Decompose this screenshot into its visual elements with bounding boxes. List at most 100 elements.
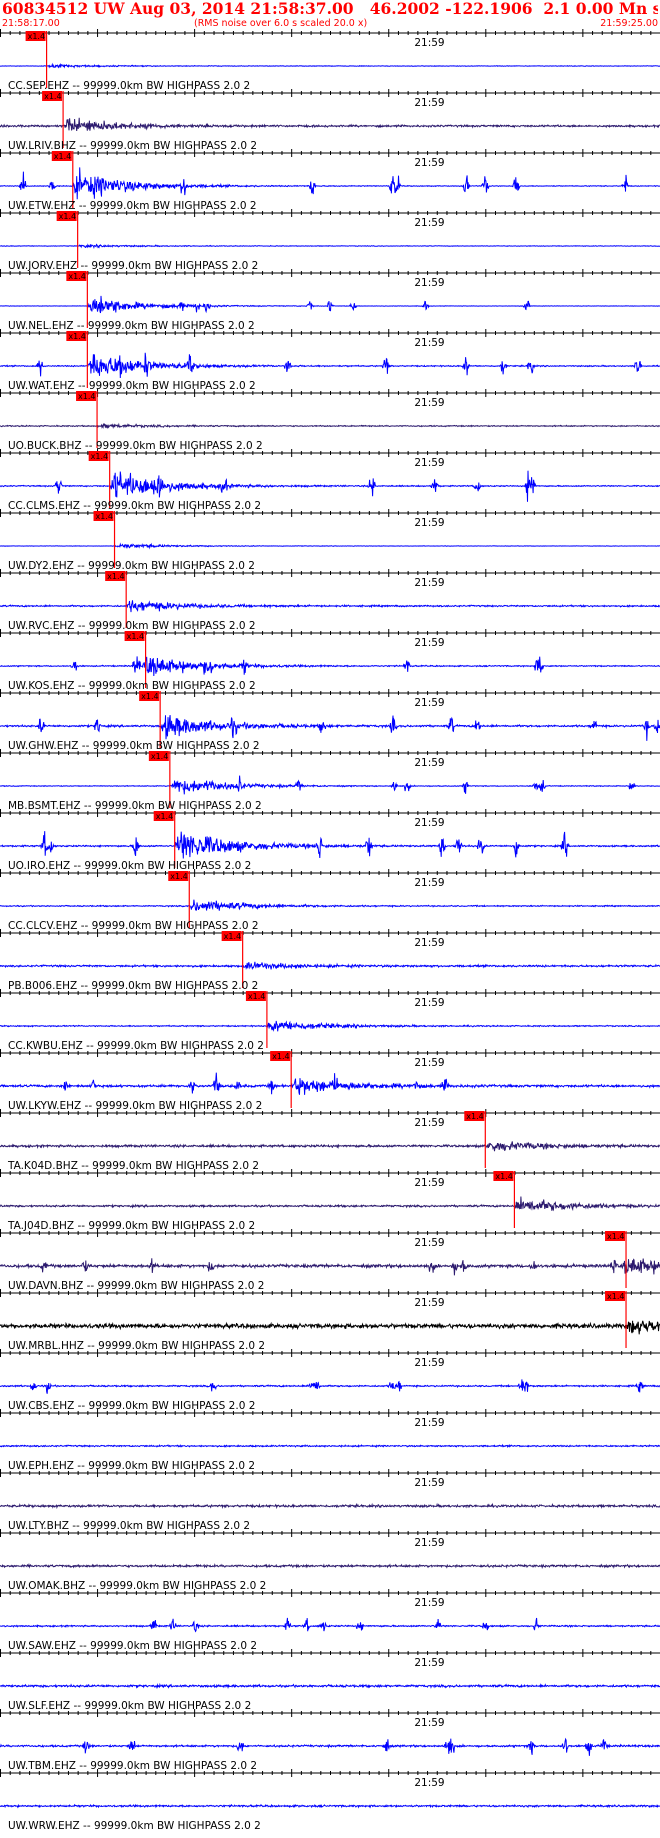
pick-label: x1.4 <box>272 1052 289 1061</box>
station-label: UW.LRIV.BHZ -- 99999.0km BW HIGHPASS 2.0… <box>8 140 257 152</box>
time-tick-label: 21:59 <box>414 697 444 709</box>
station-label: UW.WAT.EHZ -- 99999.0km BW HIGHPASS 2.0 … <box>8 380 256 392</box>
time-tick-label: 21:59 <box>414 1177 444 1189</box>
waveform-trace <box>0 117 660 132</box>
waveform-trace <box>0 1379 660 1394</box>
station-label: MB.BSMT.EHZ -- 99999.0km BW HIGHPASS 2.0… <box>8 800 262 812</box>
station-label: TA.J04D.BHZ -- 99999.0km BW HIGHPASS 2.0… <box>7 1220 255 1232</box>
trace-row: 21:59 x1.4 UW.KOS.EHZ -- 99999.0km BW HIGH… <box>0 629 660 692</box>
time-tick-label: 21:59 <box>414 97 444 109</box>
pick-label: x1.4 <box>151 752 168 761</box>
trace-row: 21:59 x1.4 UW.LKYW.EHZ -- 99999.0km BW HIG… <box>0 1049 660 1112</box>
station-label: TA.K04D.BHZ -- 99999.0km BW HIGHPASS 2.0… <box>7 1160 259 1172</box>
station-label: UW.EPH.EHZ -- 99999.0km BW HIGHPASS 2.0 … <box>8 1460 255 1472</box>
pick-label: x1.4 <box>248 992 265 1001</box>
station-label: UW.DAVN.BHZ -- 99999.0km BW HIGHPASS 2.0… <box>8 1280 264 1292</box>
station-label: UW.NEL.EHZ -- 99999.0km BW HIGHPASS 2.0 … <box>8 320 255 332</box>
station-label: UW.RVC.EHZ -- 99999.0km BW HIGHPASS 2.0 … <box>8 620 256 632</box>
pick-label: x1.4 <box>495 1172 512 1181</box>
pick-label: x1.4 <box>127 632 144 641</box>
trace-row: 21:59 UW.LTY.BHZ -- 99999.0km BW HIGHPASS… <box>0 1469 660 1532</box>
station-label: UW.KOS.EHZ -- 99999.0km BW HIGHPASS 2.0 … <box>8 680 256 692</box>
time-tick-label: 21:59 <box>414 757 444 769</box>
time-tick-label: 21:59 <box>414 1237 444 1249</box>
trace-row: 21:59 x1.4 UW.NEL.EHZ -- 99999.0km BW HIGH… <box>0 269 660 332</box>
trace-row: 21:59 UW.TBM.EHZ -- 99999.0km BW HIGHPASS… <box>0 1709 660 1772</box>
waveform-trace <box>0 1072 660 1095</box>
time-tick-label: 21:59 <box>414 1777 444 1789</box>
waveform-trace <box>0 656 660 677</box>
waveform-trace <box>0 1617 660 1633</box>
trace-row: 21:59 x1.4 UW.DAVN.BHZ -- 99999.0km BW HIG… <box>0 1229 660 1292</box>
trace-row: 21:59 x1.4 UW.ETW.EHZ -- 99999.0km BW HIGH… <box>0 149 660 212</box>
waveform-trace <box>0 899 660 911</box>
waveform-trace <box>0 243 660 249</box>
pick-label: x1.4 <box>170 872 187 881</box>
pick-label: x1.4 <box>91 452 108 461</box>
trace-row: 21:59 x1.4 UO.BUCK.BHZ -- 99999.0km BW HIG… <box>0 389 660 452</box>
pick-label: x1.4 <box>156 812 173 821</box>
pick-label: x1.4 <box>68 272 85 281</box>
pick-label: x1.4 <box>607 1232 624 1241</box>
time-tick-label: 21:59 <box>414 337 444 349</box>
time-tick-label: 21:59 <box>414 1057 444 1069</box>
time-tick-label: 21:59 <box>414 1417 444 1429</box>
station-label: UW.JORV.EHZ -- 99999.0km BW HIGHPASS 2.0… <box>8 260 258 272</box>
station-label: UO.IRO.EHZ -- 99999.0km BW HIGHPASS 2.0 … <box>8 860 251 872</box>
station-label: UW.TBM.EHZ -- 99999.0km BW HIGHPASS 2.0 … <box>8 1760 257 1772</box>
trace-row: 21:59 UW.CBS.EHZ -- 99999.0km BW HIGHPASS… <box>0 1349 660 1412</box>
time-tick-label: 21:59 <box>414 1597 444 1609</box>
waveform-trace <box>0 1258 660 1276</box>
waveform-trace <box>0 715 660 741</box>
trace-row: 21:59 x1.4 UW.MRBL.HHZ -- 99999.0km BW HIG… <box>0 1289 660 1352</box>
time-tick-label: 21:59 <box>414 1357 444 1369</box>
time-tick-label: 21:59 <box>414 1297 444 1309</box>
time-tick-label: 21:59 <box>414 817 444 829</box>
trace-row: 21:59 x1.4 UW.WAT.EHZ -- 99999.0km BW HIGH… <box>0 329 660 392</box>
station-label: CC.CLCV.EHZ -- 99999.0km BW HIGHPASS 2.0… <box>8 920 259 932</box>
station-label: CC.CLMS.EHZ -- 99999.0km BW HIGHPASS 2.0… <box>8 500 261 512</box>
pick-label: x1.4 <box>141 692 158 701</box>
time-tick-label: 21:59 <box>414 1657 444 1669</box>
time-tick-label: 21:59 <box>414 997 444 1009</box>
pick-label: x1.4 <box>607 1292 624 1301</box>
trace-row: 21:59 UW.SLF.EHZ -- 99999.0km BW HIGHPASS… <box>0 1649 660 1712</box>
time-tick-label: 21:59 <box>414 577 444 589</box>
trace-row: 21:59 x1.4 UW.LRIV.BHZ -- 99999.0km BW HIG… <box>0 89 660 152</box>
trace-row: 21:59 UW.EPH.EHZ -- 99999.0km BW HIGHPASS… <box>0 1409 660 1472</box>
station-label: PB.B006.EHZ -- 99999.0km BW HIGHPASS 2.0… <box>8 980 258 992</box>
waveform-trace <box>0 600 660 613</box>
time-tick-label: 21:59 <box>414 877 444 889</box>
waveform-trace <box>0 62 660 69</box>
pick-label: x1.4 <box>68 332 85 341</box>
waveform-trace <box>0 422 660 430</box>
pick-label: x1.4 <box>224 932 241 941</box>
trace-row: 21:59 UW.SAW.EHZ -- 99999.0km BW HIGHPASS… <box>0 1589 660 1652</box>
waveform-trace <box>0 1682 660 1690</box>
time-tick-label: 21:59 <box>414 1717 444 1729</box>
trace-row: 21:59 x1.4 UW.JORV.EHZ -- 99999.0km BW HIG… <box>0 209 660 272</box>
time-tick-label: 21:59 <box>414 397 444 409</box>
trace-row: 21:59 x1.4 UW.GHW.EHZ -- 99999.0km BW HIGH… <box>0 689 660 752</box>
pick-label: x1.4 <box>28 32 45 41</box>
waveform-trace <box>0 1320 660 1335</box>
trace-row: 21:59 x1.4 MB.BSMT.EHZ -- 99999.0km BW HIG… <box>0 749 660 812</box>
time-tick-label: 21:59 <box>414 37 444 49</box>
trace-row: 21:59 x1.4 TA.K04D.BHZ -- 99999.0km BW HIG… <box>0 1109 660 1172</box>
station-label: UW.MRBL.HHZ -- 99999.0km BW HIGHPASS 2.0… <box>8 1340 265 1352</box>
station-label: UW.SLF.EHZ -- 99999.0km BW HIGHPASS 2.0 … <box>8 1700 251 1712</box>
station-label: UW.CBS.EHZ -- 99999.0km BW HIGHPASS 2.0 … <box>8 1400 255 1412</box>
trace-row: 21:59 x1.4 CC.SEP.EHZ -- 99999.0km BW HIGH… <box>0 29 660 92</box>
trace-row: 21:59 x1.4 CC.CLCV.EHZ -- 99999.0km BW HIG… <box>0 869 660 932</box>
pick-label: x1.4 <box>78 392 95 401</box>
seismogram-plot: 21:59 x1.4 CC.SEP.EHZ -- 99999.0km BW HIGH… <box>0 29 660 1832</box>
station-label: UW.LTY.BHZ -- 99999.0km BW HIGHPASS 2.0 … <box>8 1520 250 1532</box>
time-tick-label: 21:59 <box>414 1117 444 1129</box>
time-tick-label: 21:59 <box>414 637 444 649</box>
waveform-trace <box>0 1502 660 1510</box>
waveform-trace <box>0 961 660 970</box>
trace-row: 21:59 x1.4 TA.J04D.BHZ -- 99999.0km BW HIG… <box>0 1169 660 1232</box>
station-label: CC.KWBU.EHZ -- 99999.0km BW HIGHPASS 2.0… <box>8 1040 264 1052</box>
time-tick-label: 21:59 <box>414 157 444 169</box>
station-label: UW.LKYW.EHZ -- 99999.0km BW HIGHPASS 2.0… <box>8 1100 262 1112</box>
